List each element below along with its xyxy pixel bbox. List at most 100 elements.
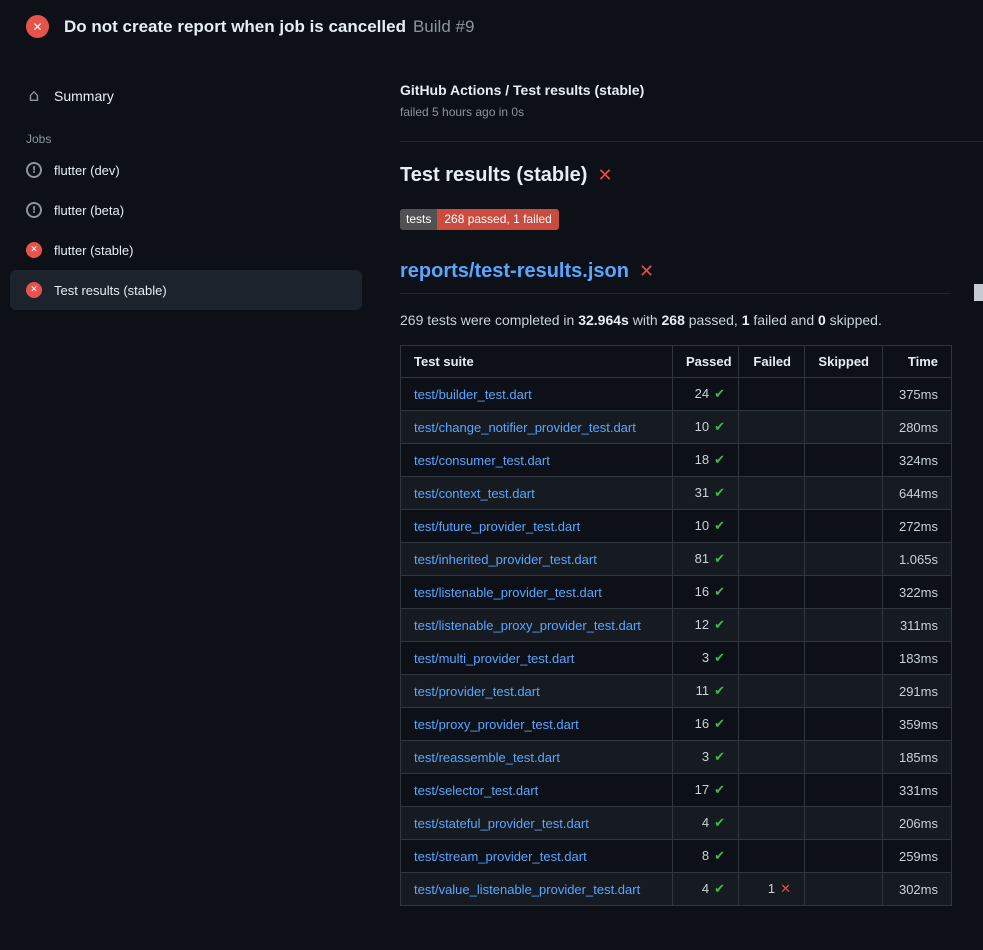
passed-cell: 3✔	[673, 741, 739, 774]
passed-cell: 18✔	[673, 444, 739, 477]
check-icon: ✔	[714, 486, 725, 501]
failed-cell	[739, 378, 805, 411]
time-cell: 185ms	[883, 741, 952, 774]
skipped-cell	[805, 708, 883, 741]
summary-label: Summary	[54, 88, 114, 104]
passed-cell: 24✔	[673, 378, 739, 411]
page-title: Do not create report when job is cancell…	[64, 17, 474, 37]
suite-link[interactable]: test/stateful_provider_test.dart	[414, 816, 589, 831]
time-cell: 302ms	[883, 873, 952, 906]
job-label: flutter (stable)	[54, 243, 133, 258]
check-icon: ✔	[714, 453, 725, 468]
suite-link[interactable]: test/provider_test.dart	[414, 684, 540, 699]
skipped-cell	[805, 675, 883, 708]
workflow-run-title: Do not create report when job is cancell…	[64, 17, 406, 36]
test-results-table: Test suite Passed Failed Skipped Time te…	[400, 345, 952, 906]
suite-link[interactable]: test/selector_test.dart	[414, 783, 538, 798]
suite-link[interactable]: test/change_notifier_provider_test.dart	[414, 420, 636, 435]
sidebar-item-summary[interactable]: ⌂ Summary	[10, 76, 362, 116]
time-cell: 206ms	[883, 807, 952, 840]
summary-text: 269 tests were completed in	[400, 312, 578, 328]
check-icon: ✔	[714, 783, 725, 798]
check-title: Test results (stable) ✕	[400, 164, 983, 187]
failed-cell	[739, 840, 805, 873]
table-row: test/reassemble_test.dart 3✔ 185ms	[401, 741, 952, 774]
suite-link[interactable]: test/value_listenable_provider_test.dart	[414, 882, 640, 897]
time-cell: 375ms	[883, 378, 952, 411]
table-row: test/change_notifier_provider_test.dart …	[401, 411, 952, 444]
skipped-cell	[805, 807, 883, 840]
failed-cell	[739, 807, 805, 840]
suite-link[interactable]: test/inherited_provider_test.dart	[414, 552, 597, 567]
time-cell: 259ms	[883, 840, 952, 873]
summary-text: skipped.	[826, 312, 882, 328]
job-status-icon: !	[26, 202, 42, 218]
skipped-cell	[805, 609, 883, 642]
suite-link[interactable]: test/stream_provider_test.dart	[414, 849, 587, 864]
check-title-text: Test results (stable)	[400, 164, 587, 187]
suite-link[interactable]: test/consumer_test.dart	[414, 453, 550, 468]
report-heading: reports/test-results.json ✕	[400, 260, 951, 294]
suite-link[interactable]: test/listenable_provider_test.dart	[414, 585, 602, 600]
failed-cell	[739, 477, 805, 510]
badge-value: 268 passed, 1 failed	[437, 209, 558, 230]
check-icon: ✔	[714, 882, 725, 897]
skipped-cell	[805, 774, 883, 807]
passed-cell: 16✔	[673, 576, 739, 609]
breadcrumb: GitHub Actions / Test results (stable)	[400, 82, 983, 98]
sidebar-job-item[interactable]: ✕ flutter (stable)	[10, 230, 362, 270]
table-row: test/selector_test.dart 17✔ 331ms	[401, 774, 952, 807]
table-row: test/multi_provider_test.dart 3✔ 183ms	[401, 642, 952, 675]
passed-cell: 10✔	[673, 411, 739, 444]
table-row: test/context_test.dart 31✔ 644ms	[401, 477, 952, 510]
table-row: test/listenable_proxy_provider_test.dart…	[401, 609, 952, 642]
check-icon: ✔	[714, 618, 725, 633]
time-cell: 644ms	[883, 477, 952, 510]
suite-link[interactable]: test/reassemble_test.dart	[414, 750, 560, 765]
suite-link[interactable]: test/listenable_proxy_provider_test.dart	[414, 618, 641, 633]
failed-x-icon: ✕	[597, 165, 612, 186]
skipped-cell	[805, 378, 883, 411]
sidebar-job-item[interactable]: ! flutter (beta)	[10, 190, 362, 230]
passed-cell: 4✔	[673, 807, 739, 840]
time-cell: 272ms	[883, 510, 952, 543]
x-icon: ✕	[780, 882, 791, 897]
home-icon: ⌂	[26, 86, 42, 106]
table-row: test/consumer_test.dart 18✔ 324ms	[401, 444, 952, 477]
page-header: ✕ Do not create report when job is cance…	[0, 0, 983, 52]
table-row: test/stateful_provider_test.dart 4✔ 206m…	[401, 807, 952, 840]
sidebar-job-item[interactable]: ✕ Test results (stable)	[10, 270, 362, 310]
failed-cell	[739, 675, 805, 708]
table-row: test/proxy_provider_test.dart 16✔ 359ms	[401, 708, 952, 741]
check-icon: ✔	[714, 552, 725, 567]
sidebar-job-item[interactable]: ! flutter (dev)	[10, 150, 362, 190]
column-header-test-suite: Test suite	[401, 346, 673, 378]
summary-passed-count: 268	[662, 312, 685, 328]
suite-link[interactable]: test/future_provider_test.dart	[414, 519, 580, 534]
suite-link[interactable]: test/multi_provider_test.dart	[414, 651, 574, 666]
check-icon: ✔	[714, 519, 725, 534]
failed-cell	[739, 642, 805, 675]
suite-link[interactable]: test/context_test.dart	[414, 486, 535, 501]
suite-link[interactable]: test/proxy_provider_test.dart	[414, 717, 579, 732]
skipped-cell	[805, 576, 883, 609]
failed-x-icon: ✕	[639, 261, 654, 282]
passed-cell: 31✔	[673, 477, 739, 510]
scrollbar-thumb[interactable]	[974, 284, 983, 301]
column-header-time: Time	[883, 346, 952, 378]
skipped-cell	[805, 543, 883, 576]
passed-cell: 12✔	[673, 609, 739, 642]
job-label: flutter (dev)	[54, 163, 120, 178]
skipped-cell	[805, 477, 883, 510]
time-cell: 291ms	[883, 675, 952, 708]
run-status-line: failed 5 hours ago in 0s	[400, 105, 983, 119]
check-icon: ✔	[714, 750, 725, 765]
summary-text: failed and	[750, 312, 819, 328]
skipped-cell	[805, 840, 883, 873]
suite-link[interactable]: test/builder_test.dart	[414, 387, 532, 402]
check-icon: ✔	[714, 849, 725, 864]
passed-cell: 10✔	[673, 510, 739, 543]
passed-cell: 11✔	[673, 675, 739, 708]
report-link[interactable]: reports/test-results.json	[400, 260, 629, 283]
skipped-cell	[805, 444, 883, 477]
